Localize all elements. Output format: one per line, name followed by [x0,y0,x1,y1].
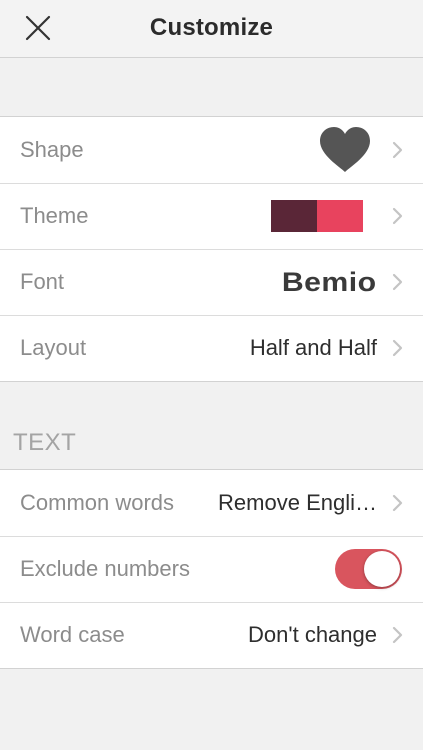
font-label: Font [20,269,65,294]
common-words-value: Remove Engli… [218,490,377,515]
common-words-label: Common words [20,490,175,515]
common-words-row[interactable]: Common words Remove Engli… [0,470,423,536]
chevron-right-icon [392,494,403,512]
text-settings-group: Common words Remove Engli… Exclude numbe… [0,469,423,669]
theme-label: Theme [20,203,89,228]
layout-row[interactable]: Layout Half and Half [0,315,423,381]
page-title: Customize [149,14,274,41]
navigation-bar: Customize [0,0,423,58]
layout-label: Layout [20,335,87,360]
theme-swatch-dark [271,200,317,232]
chevron-right-icon [392,273,403,291]
chevron-right-icon [392,141,403,159]
chevron-right-icon [392,207,403,225]
theme-row[interactable]: Theme [0,183,423,249]
theme-swatch [271,200,363,232]
exclude-numbers-label: Exclude numbers [20,556,190,581]
chevron-right-icon [392,626,403,644]
exclude-numbers-toggle[interactable] [335,549,402,589]
toggle-knob [364,551,400,587]
text-section-header: TEXT [13,429,77,456]
appearance-settings-group: Shape Theme Font Bemio Layout Half and H… [0,116,423,382]
shape-row[interactable]: Shape [0,117,423,183]
exclude-numbers-row: Exclude numbers [0,536,423,602]
heart-icon [320,127,370,172]
word-case-value: Don't change [248,622,377,647]
word-case-label: Word case [20,622,125,647]
shape-label: Shape [20,137,84,162]
theme-swatch-light [317,200,363,232]
font-value: Bemio [282,266,377,297]
layout-value: Half and Half [249,335,377,360]
font-row[interactable]: Font Bemio [0,249,423,315]
word-case-row[interactable]: Word case Don't change [0,602,423,668]
chevron-right-icon [392,339,403,357]
